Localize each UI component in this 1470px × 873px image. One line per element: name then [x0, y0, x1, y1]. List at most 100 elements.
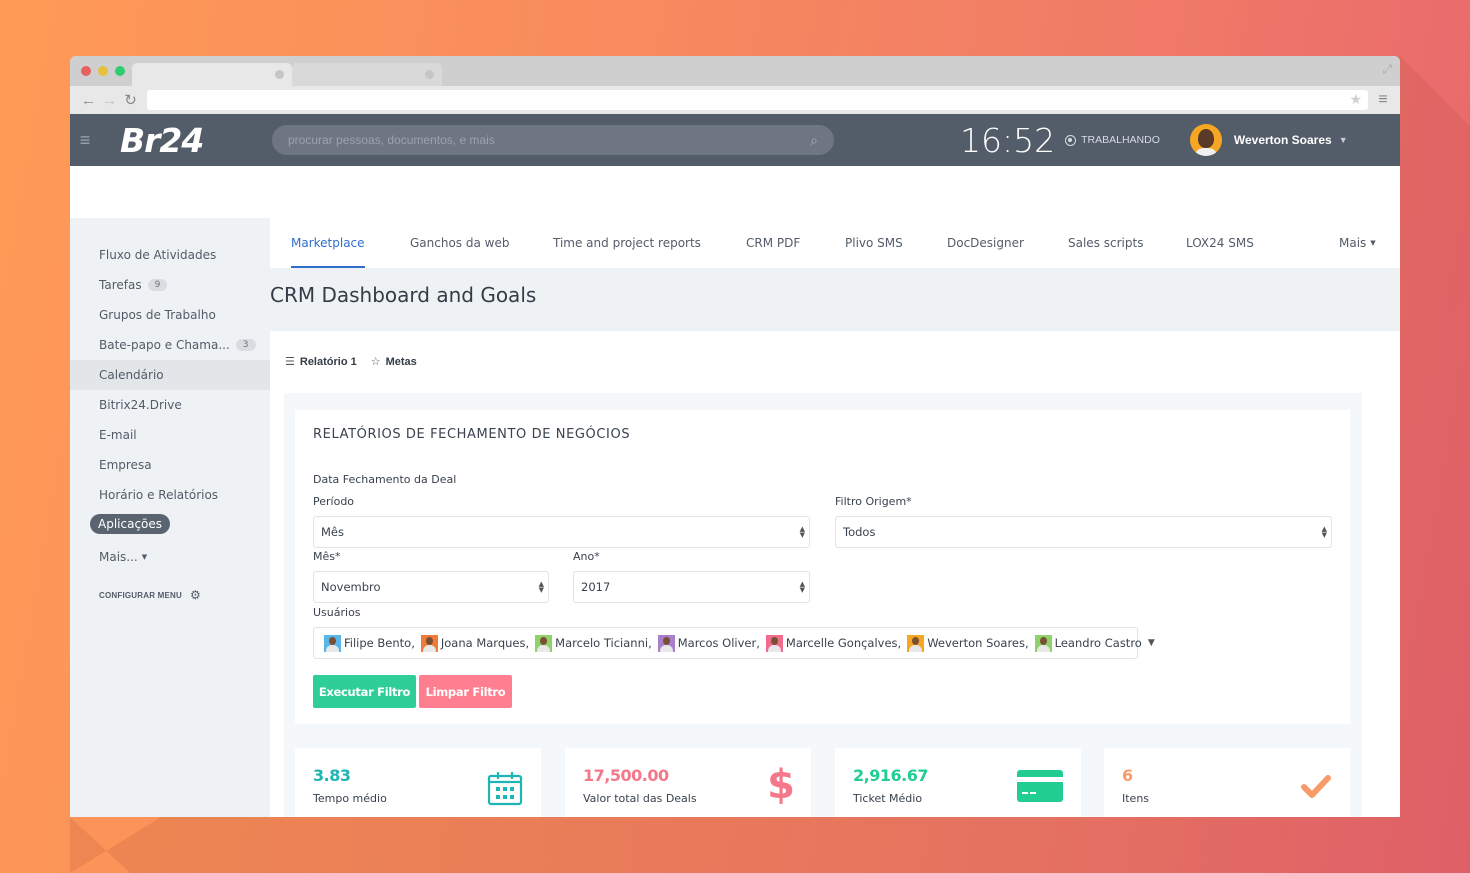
work-status-label: TRABALHANDO [1081, 134, 1160, 146]
stat-caption: Ticket Médio [853, 792, 923, 805]
subnav-metas[interactable]: Metas [386, 356, 417, 368]
sidebar-item-grupos[interactable]: Grupos de Trabalho [70, 300, 270, 330]
tab-docdesigner[interactable]: DocDesigner [947, 218, 1024, 268]
search-input[interactable]: procurar pessoas, documentos, e mais ⌕ [272, 125, 834, 155]
tab-more[interactable]: Mais ▼ [1339, 218, 1376, 268]
filtro-origem-select[interactable]: Todos ▲ ▼ [835, 516, 1332, 548]
user-chip[interactable]: Joana Marques, [420, 634, 529, 652]
avatar[interactable] [1189, 124, 1222, 156]
stat-card-tempo: 3.83 Tempo médio [295, 748, 541, 817]
user-name: Marcelle Gonçalves, [785, 636, 902, 650]
browser-window: ⤢ ← → ↻ ★ ≡ ≡ Br24 procurar pessoas, doc… [70, 56, 1400, 817]
user-chip[interactable]: Filipe Bento, [324, 634, 415, 652]
gear-icon[interactable]: ⚙ [190, 588, 201, 602]
tab-ganchos[interactable]: Ganchos da web [410, 218, 509, 268]
run-filter-button[interactable]: Executar Filtro [313, 675, 416, 708]
tab-plivo-sms[interactable]: Plivo SMS [845, 218, 903, 268]
search-icon[interactable]: ⌕ [810, 132, 818, 149]
ano-label: Ano* [573, 550, 600, 563]
user-chip[interactable]: Leandro Castro [1034, 634, 1142, 652]
periodo-value: Mês [321, 525, 344, 539]
record-icon [1065, 134, 1077, 146]
sidebar-item-label: Empresa [99, 458, 152, 472]
user-chip[interactable]: Marcos Oliver, [657, 634, 760, 652]
user-chip[interactable]: Marcelo Ticianni, [535, 634, 652, 652]
user-name: Weverton Soares, [927, 636, 1029, 650]
back-arrow-icon[interactable]: ← [78, 92, 99, 109]
report-title: RELATÓRIOS DE FECHAMENTO DE NEGÓCIOS [313, 427, 631, 442]
forward-arrow-icon[interactable]: → [99, 92, 120, 109]
chevron-down-icon: ▼ [1370, 239, 1376, 247]
maximize-window-button[interactable] [115, 66, 125, 76]
mes-value: Novembro [321, 580, 381, 594]
tab-lox24-sms[interactable]: LOX24 SMS [1186, 218, 1254, 268]
sidebar-item-label: Bitrix24.Drive [99, 398, 182, 412]
tab-time-reports[interactable]: Time and project reports [553, 218, 701, 268]
bookmark-star-icon[interactable]: ★ [1349, 91, 1362, 108]
logo[interactable]: Br24 [120, 121, 250, 160]
reload-icon[interactable]: ↻ [120, 91, 141, 109]
tab-label: Plivo SMS [845, 236, 903, 250]
sidebar-item-label: Horário e Relatórios [99, 488, 219, 502]
sidebar-item-calendario[interactable]: Calendário [70, 360, 270, 390]
periodo-select[interactable]: Mês ▲ ▼ [313, 516, 810, 548]
chevron-down-icon[interactable]: ▼ [1339, 135, 1348, 145]
tab-close-icon[interactable] [275, 70, 284, 79]
stat-card-itens: 6 Itens [1104, 748, 1350, 817]
subnav-relatorio[interactable]: Relatório 1 [300, 356, 357, 368]
user-name[interactable]: Weverton Soares [1234, 133, 1332, 147]
stat-value: 3.83 [313, 766, 351, 785]
mes-select[interactable]: Novembro ▲ ▼ [313, 571, 549, 603]
minimize-window-button[interactable] [98, 66, 108, 76]
stat-caption: Valor total das Deals [583, 792, 697, 805]
user-avatar [907, 634, 925, 652]
configure-menu-button[interactable]: CONFIGURAR MENU ⚙ [70, 588, 270, 602]
fullscreen-icon[interactable]: ⤢ [1382, 62, 1392, 77]
tab-crm-pdf[interactable]: CRM PDF [746, 218, 800, 268]
stat-caption: Itens [1122, 792, 1150, 805]
sidebar-item-empresa[interactable]: Empresa [70, 450, 270, 480]
user-chip[interactable]: Marcelle Gonçalves, [765, 634, 902, 652]
user-chip[interactable]: Weverton Soares, [907, 634, 1029, 652]
list-icon: ☰ [285, 356, 295, 368]
sidebar-item-label: Grupos de Trabalho [99, 308, 216, 322]
tab-marketplace[interactable]: Marketplace [291, 218, 365, 268]
stat-value: 2,916.67 [853, 766, 928, 785]
tab-sales-scripts[interactable]: Sales scripts [1068, 218, 1143, 268]
sidebar-item-horario[interactable]: Horário e Relatórios [70, 480, 270, 510]
browser-menu-icon[interactable]: ≡ [1374, 91, 1392, 109]
chevron-down-icon[interactable]: ▼ [1148, 638, 1155, 648]
user-name: Filipe Bento, [344, 636, 415, 650]
user-avatar [657, 634, 675, 652]
sidebar-item-aplicacoes[interactable]: Aplicações [70, 510, 270, 538]
browser-tab[interactable] [132, 63, 292, 86]
hamburger-menu-icon[interactable]: ≡ [70, 130, 100, 151]
ano-select[interactable]: 2017 ▲ ▼ [573, 571, 810, 603]
sidebar-item-email[interactable]: E-mail [70, 420, 270, 450]
report-subnav: ☰ Relatório 1 ☆ Metas [285, 355, 1400, 369]
tab-label: Marketplace [291, 236, 365, 250]
tab-close-icon[interactable] [425, 70, 434, 79]
address-bar[interactable]: ★ [147, 90, 1368, 110]
chevron-down-icon: ▼ [141, 553, 148, 561]
tab-label: Ganchos da web [410, 236, 510, 250]
user-name: Leandro Castro [1054, 636, 1142, 650]
sidebar: Fluxo de Atividades Tarefas 9 Grupos de T… [70, 218, 270, 817]
stat-value: 6 [1122, 766, 1133, 785]
sidebar-item-mais[interactable]: Mais... ▼ [70, 538, 270, 576]
clear-filter-button[interactable]: Limpar Filtro [419, 675, 512, 708]
close-window-button[interactable] [81, 66, 91, 76]
sidebar-item-drive[interactable]: Bitrix24.Drive [70, 390, 270, 420]
usuarios-multiselect[interactable]: Filipe Bento, Joana Marques, Marcelo Ticia… [313, 627, 1155, 659]
sidebar-item-tarefas[interactable]: Tarefas 9 [70, 270, 270, 300]
sidebar-item-fluxo[interactable]: Fluxo de Atividades [70, 240, 270, 270]
user-name: Marcos Oliver, [677, 636, 760, 650]
browser-tab[interactable] [292, 63, 442, 86]
filter-panel: RELATÓRIOS DE FECHAMENTO DE NEGÓCIOS Dat… [295, 410, 1350, 724]
sidebar-item-bate-papo[interactable]: Bate-papo e Chama... 3 [70, 330, 270, 360]
count-badge: 3 [235, 339, 256, 351]
browser-tab-strip: ⤢ [70, 56, 1400, 86]
tab-label: LOX24 SMS [1186, 236, 1254, 250]
work-status-button[interactable]: TRABALHANDO [1065, 134, 1160, 146]
sidebar-item-label: E-mail [99, 428, 137, 442]
